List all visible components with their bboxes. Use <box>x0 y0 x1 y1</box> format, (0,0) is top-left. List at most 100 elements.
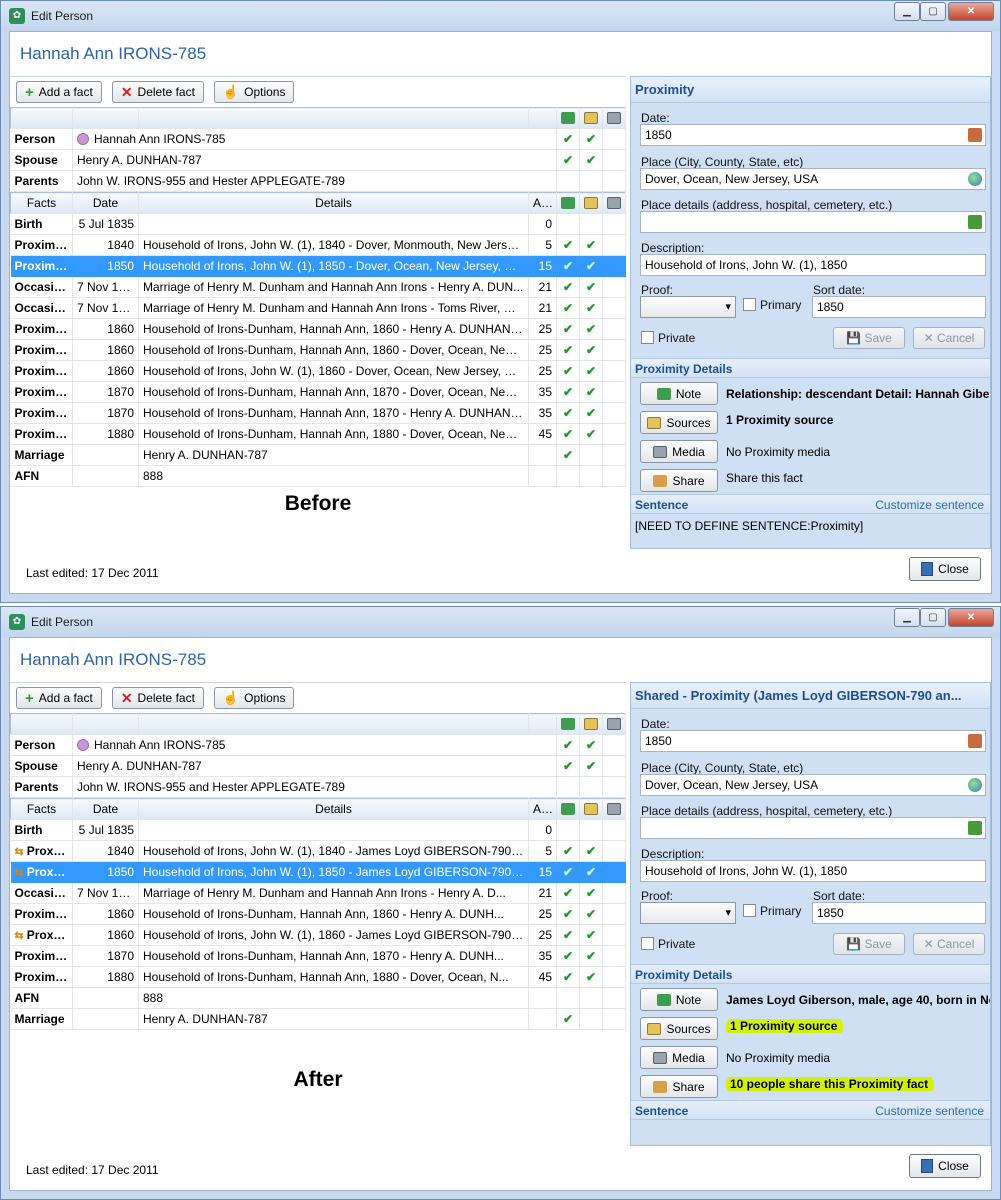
description-field[interactable]: Household of Irons, John W. (1), 1850 <box>640 254 986 276</box>
person-row[interactable]: Spouse Henry A. DUNHAN-787 ✔ ✔ <box>10 149 626 171</box>
person-row[interactable]: Parents John W. IRONS-955 and Hester APPL… <box>10 170 626 192</box>
save-button[interactable]: 💾 Save <box>833 327 905 349</box>
fact-row[interactable]: Proximity 1860 Household of Irons-Dunham, … <box>10 339 626 361</box>
col-header-facts[interactable]: Facts <box>10 798 73 820</box>
share-button[interactable]: Share <box>640 469 718 492</box>
signpost-icon[interactable] <box>968 821 982 835</box>
delete-fact-button[interactable]: ✕ Delete fact <box>111 687 204 709</box>
calendar-icon[interactable] <box>968 734 982 748</box>
col-header-media-icon[interactable] <box>602 713 626 735</box>
col-header-note-icon[interactable] <box>556 107 580 129</box>
fact-row[interactable]: Proximity 1880 Household of Irons-Dunham, … <box>10 423 626 445</box>
person-row[interactable]: Person Hannah Ann IRONS-785 ✔ ✔ <box>10 734 626 756</box>
fact-row[interactable]: Occasion 7 Nov 1856 Marriage of Henry M. D… <box>10 297 626 319</box>
globe-icon[interactable] <box>968 778 982 792</box>
col-header-age[interactable]: Age <box>528 798 557 820</box>
col-header-source-icon[interactable] <box>579 192 603 214</box>
fact-row[interactable]: AFN 888 <box>10 987 626 1009</box>
fact-row[interactable]: Proximity 1850 Household of Irons, John W.… <box>10 255 626 277</box>
person-row[interactable]: Parents John W. IRONS-955 and Hester APPL… <box>10 776 626 798</box>
note-button[interactable]: Note <box>640 988 718 1011</box>
close-button[interactable]: Close <box>909 557 981 581</box>
save-button[interactable]: 💾 Save <box>833 933 905 955</box>
media-button[interactable]: Media <box>640 1046 718 1069</box>
place-field[interactable]: Dover, Ocean, New Jersey, USA <box>640 774 986 796</box>
cancel-button[interactable]: ✕ Cancel <box>913 327 985 349</box>
close-icon[interactable]: ✕ <box>948 2 994 21</box>
place-field[interactable]: Dover, Ocean, New Jersey, USA <box>640 168 986 190</box>
fact-row[interactable]: Proximity 1870 Household of Irons-Dunham, … <box>10 381 626 403</box>
calendar-icon[interactable] <box>968 128 982 142</box>
fact-row[interactable]: Birth 5 Jul 1835 0 <box>10 819 626 841</box>
fact-row[interactable]: Marriage Henry A. DUNHAN-787 ✔ <box>10 1008 626 1030</box>
col-header-source-icon[interactable] <box>579 798 603 820</box>
cancel-button[interactable]: ✕ Cancel <box>913 933 985 955</box>
close-icon[interactable]: ✕ <box>948 608 994 627</box>
globe-icon[interactable] <box>968 172 982 186</box>
col-header-age[interactable] <box>528 107 557 129</box>
col-header-date[interactable] <box>72 713 139 735</box>
fact-row[interactable]: Proximity 1870 Household of Irons-Dunham, … <box>10 945 626 967</box>
col-header-source-icon[interactable] <box>579 713 603 735</box>
sort-date-field[interactable]: 1850 <box>812 296 986 318</box>
col-header-media-icon[interactable] <box>602 192 626 214</box>
close-button[interactable]: Close <box>909 1154 981 1178</box>
col-header-details[interactable]: Details <box>138 798 529 820</box>
fact-row[interactable]: Proximity 1860 Household of Irons-Dunham, … <box>10 903 626 925</box>
col-header-source-icon[interactable] <box>579 107 603 129</box>
col-header-age[interactable] <box>528 713 557 735</box>
fact-row[interactable]: ⇆Proximity1860Household of Irons, John W… <box>10 924 626 946</box>
private-checkbox[interactable]: Private <box>641 937 695 951</box>
fact-row[interactable]: Occasion 7 Nov 1856 Marriage of Henry M. D… <box>10 882 626 904</box>
fact-row[interactable]: Marriage Henry A. DUNHAN-787 ✔ <box>10 444 626 466</box>
fact-row[interactable]: Proximity 1860 Household of Irons, John W.… <box>10 360 626 382</box>
fact-row[interactable]: Proximity 1870 Household of Irons-Dunham, … <box>10 402 626 424</box>
col-header-details[interactable]: Details <box>138 192 529 214</box>
col-header-media-icon[interactable] <box>602 798 626 820</box>
delete-fact-button[interactable]: ✕ Delete fact <box>111 81 204 103</box>
col-header-details[interactable] <box>138 713 529 735</box>
minimize-icon[interactable]: ▁ <box>894 608 920 627</box>
add-fact-button[interactable]: + Add a fact <box>16 687 102 709</box>
col-header-facts[interactable] <box>10 713 73 735</box>
col-header-note-icon[interactable] <box>556 798 580 820</box>
col-header-facts[interactable] <box>10 107 73 129</box>
place-details-field[interactable] <box>640 817 986 839</box>
fact-row[interactable]: Birth 5 Jul 1835 0 <box>10 213 626 235</box>
col-header-date[interactable] <box>72 107 139 129</box>
options-button[interactable]: ☝ Options <box>213 81 295 103</box>
media-button[interactable]: Media <box>640 440 718 463</box>
date-field[interactable]: 1850 <box>640 124 986 146</box>
customize-sentence-link[interactable]: Customize sentence <box>875 495 984 515</box>
fact-row[interactable]: ⇆Proximity1850Household of Irons, John W… <box>10 861 626 883</box>
private-checkbox[interactable]: Private <box>641 331 695 345</box>
fact-row[interactable]: Occasion 7 Nov 1856 Marriage of Henry M. D… <box>10 276 626 298</box>
primary-checkbox[interactable]: Primary <box>743 904 801 918</box>
col-header-date[interactable]: Date <box>72 192 139 214</box>
person-row[interactable]: Person Hannah Ann IRONS-785 ✔ ✔ <box>10 128 626 150</box>
fact-row[interactable]: Proximity 1840 Household of Irons, John W.… <box>10 234 626 256</box>
col-header-note-icon[interactable] <box>556 192 580 214</box>
col-header-age[interactable]: Age <box>528 192 557 214</box>
customize-sentence-link[interactable]: Customize sentence <box>875 1101 984 1121</box>
fact-row[interactable]: AFN 888 <box>10 465 626 487</box>
col-header-date[interactable]: Date <box>72 798 139 820</box>
fact-row[interactable]: Proximity 1860 Household of Irons-Dunham, … <box>10 318 626 340</box>
place-details-field[interactable] <box>640 211 986 233</box>
maximize-icon[interactable]: ▢ <box>920 608 946 627</box>
share-button[interactable]: Share <box>640 1075 718 1098</box>
col-header-media-icon[interactable] <box>602 107 626 129</box>
options-button[interactable]: ☝ Options <box>213 687 295 709</box>
primary-checkbox[interactable]: Primary <box>743 298 801 312</box>
description-field[interactable]: Household of Irons, John W. (1), 1850 <box>640 860 986 882</box>
note-button[interactable]: Note <box>640 382 718 405</box>
proof-select[interactable] <box>640 902 736 924</box>
minimize-icon[interactable]: ▁ <box>894 2 920 21</box>
date-field[interactable]: 1850 <box>640 730 986 752</box>
col-header-facts[interactable]: Facts <box>10 192 73 214</box>
fact-row[interactable]: ⇆Proximity1840Household of Irons, John W… <box>10 840 626 862</box>
sources-button[interactable]: Sources <box>640 1017 718 1040</box>
person-row[interactable]: Spouse Henry A. DUNHAN-787 ✔ ✔ <box>10 755 626 777</box>
fact-row[interactable]: Proximity 1880 Household of Irons-Dunham, … <box>10 966 626 988</box>
proof-select[interactable] <box>640 296 736 318</box>
